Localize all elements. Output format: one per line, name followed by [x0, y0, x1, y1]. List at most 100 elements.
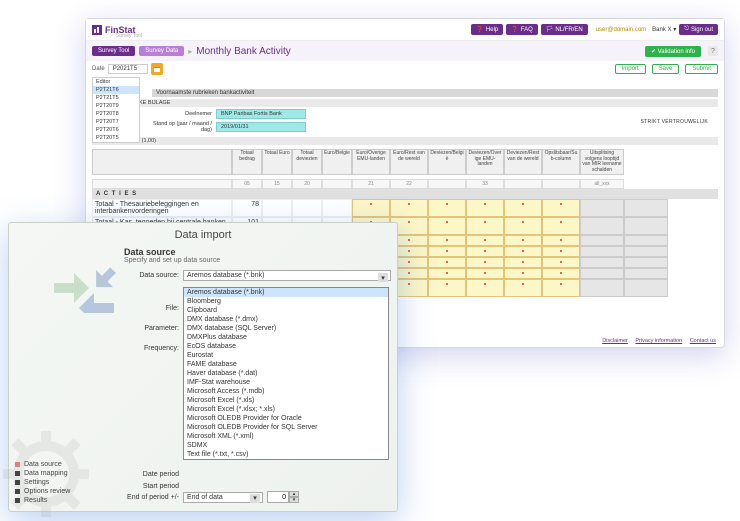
editable-cell[interactable]	[466, 257, 504, 268]
source-option[interactable]: Clipboard	[184, 306, 388, 315]
faq-button[interactable]: ❓ FAQ	[506, 24, 538, 35]
spin-down-icon[interactable]: ▾	[289, 497, 299, 503]
validation-button[interactable]: ✔ Validation info	[645, 46, 701, 57]
footer-privacy[interactable]: Privacy information	[635, 338, 682, 344]
source-option[interactable]: DMX database (*.dmx)	[184, 315, 388, 324]
date-option[interactable]: P2T21T5	[93, 94, 139, 102]
editable-cell[interactable]	[504, 279, 542, 297]
source-option[interactable]: Text file (*.txt, *.csv)	[184, 450, 388, 459]
deelnemer-label: Deelnemer	[152, 111, 212, 117]
wizard-step[interactable]: Data mapping	[15, 469, 110, 478]
end-period-label: End of period +/-	[124, 494, 179, 501]
brand-icon	[92, 25, 102, 35]
calendar-icon[interactable]	[151, 63, 163, 75]
offset-spinner[interactable]: ▴ ▾	[267, 491, 299, 503]
user-label: user@domain.com	[592, 25, 650, 35]
import-button[interactable]: Import	[615, 64, 646, 74]
import-arrows-icon	[49, 253, 119, 313]
editable-cell[interactable]	[466, 279, 504, 297]
help-icon[interactable]: ?	[708, 46, 718, 56]
date-option[interactable]: P2T20T7	[93, 118, 139, 126]
footer-disclaimer[interactable]: Disclaimer	[602, 338, 628, 344]
editable-cell[interactable]	[428, 279, 466, 297]
date-option[interactable]: P2T20T5	[93, 134, 139, 142]
footer-contact[interactable]: Contact us	[690, 338, 716, 344]
column-header: Totaal Euro	[262, 149, 292, 175]
editable-cell[interactable]	[428, 235, 466, 246]
source-dropdown[interactable]: Aremos database (*.bnk)BloombergClipboar…	[183, 287, 389, 460]
editable-cell[interactable]	[542, 279, 580, 297]
editable-cell[interactable]	[542, 268, 580, 279]
source-option[interactable]: FAME database	[184, 360, 388, 369]
editable-cell[interactable]	[466, 268, 504, 279]
editable-cell[interactable]	[428, 199, 466, 217]
bank-selector[interactable]: Bank X ▾	[652, 26, 676, 33]
save-button[interactable]: Save	[652, 64, 680, 74]
source-option[interactable]: Microsoft Excel (*.xlsx; *.xls)	[184, 405, 388, 414]
deelnemer-input[interactable]: BNP Paribas Fortis Bank	[216, 109, 306, 119]
readonly-cell	[624, 246, 668, 257]
editable-cell[interactable]	[504, 217, 542, 235]
wizard-step[interactable]: Settings	[15, 478, 110, 487]
source-option[interactable]: DMX database (SQL Server)	[184, 324, 388, 333]
source-option[interactable]: Bloomberg	[184, 297, 388, 306]
source-option[interactable]: Microsoft XML (*.xml)	[184, 432, 388, 441]
editable-cell[interactable]	[428, 268, 466, 279]
source-option[interactable]: Microsoft Access (*.mdb)	[184, 387, 388, 396]
source-option[interactable]: Eurostat	[184, 351, 388, 360]
editable-cell[interactable]	[542, 246, 580, 257]
source-option[interactable]: DMXPlus database	[184, 333, 388, 342]
group-title: Voornaamste rubrieken bankactiviteit	[152, 89, 718, 97]
end-period-select[interactable]: End of data ▾	[183, 492, 263, 503]
date-label: Date	[92, 66, 105, 72]
wizard-step[interactable]: Results	[15, 496, 110, 505]
date-dropdown[interactable]: EditorP2T21T6P2T21T5P2T20T9P2T20T8P2T20T…	[92, 77, 140, 143]
source-option[interactable]: SDMX	[184, 441, 388, 450]
editable-cell[interactable]	[466, 199, 504, 217]
source-option[interactable]: Microsoft Excel (*.xls)	[184, 396, 388, 405]
editable-cell[interactable]	[390, 199, 428, 217]
editable-cell[interactable]	[542, 235, 580, 246]
editable-cell[interactable]	[466, 217, 504, 235]
wizard-step[interactable]: Options review	[15, 487, 110, 496]
column-number	[428, 179, 466, 189]
source-option[interactable]: IMF-Stat warehouse	[184, 378, 388, 387]
date-field[interactable]: P2021T5	[108, 64, 148, 74]
editable-cell[interactable]	[504, 257, 542, 268]
source-option[interactable]: EcOS database	[184, 342, 388, 351]
lang-button[interactable]: 🏳 NL/FR/EN	[541, 24, 588, 35]
source-option[interactable]: Aremos database (*.bnk)	[184, 288, 388, 297]
date-option[interactable]: P2T20T9	[93, 102, 139, 110]
signout-button[interactable]: ⎋ Sign out	[679, 24, 718, 35]
editable-cell[interactable]	[542, 257, 580, 268]
date-option[interactable]: P2T20T6	[93, 126, 139, 134]
editable-cell[interactable]	[542, 199, 580, 217]
date-option[interactable]: Editor	[93, 78, 139, 86]
editable-cell[interactable]	[428, 217, 466, 235]
editable-cell[interactable]	[466, 246, 504, 257]
editable-cell[interactable]	[504, 235, 542, 246]
date-option[interactable]: P2T21T6	[93, 86, 139, 94]
editable-cell[interactable]	[466, 235, 504, 246]
source-option[interactable]: Microsoft OLEDB Provider for Oracle	[184, 414, 388, 423]
editable-cell[interactable]	[542, 217, 580, 235]
editable-cell[interactable]	[352, 199, 390, 217]
column-number	[504, 179, 542, 189]
offset-input[interactable]	[267, 491, 289, 503]
editable-cell[interactable]	[504, 268, 542, 279]
editable-cell[interactable]	[504, 199, 542, 217]
date-option[interactable]: P2T20T8	[93, 110, 139, 118]
source-option[interactable]: Haver database (*.dat)	[184, 369, 388, 378]
source-select[interactable]: Aremos database (*.bnk) ▾	[183, 270, 391, 281]
wizard-step[interactable]: Data source	[15, 460, 110, 469]
help-button[interactable]: ❓ Help	[471, 24, 503, 35]
tab-survey-data[interactable]: Survey Data	[139, 46, 184, 56]
editable-cell[interactable]	[428, 257, 466, 268]
row-value: 78	[232, 199, 262, 217]
tab-survey-tool[interactable]: Survey Tool	[92, 46, 135, 56]
stand-input[interactable]: 2019/01/31	[216, 122, 306, 132]
editable-cell[interactable]	[428, 246, 466, 257]
editable-cell[interactable]	[504, 246, 542, 257]
source-option[interactable]: Microsoft OLEDB Provider for SQL Server	[184, 423, 388, 432]
submit-button[interactable]: Submit	[685, 64, 718, 74]
